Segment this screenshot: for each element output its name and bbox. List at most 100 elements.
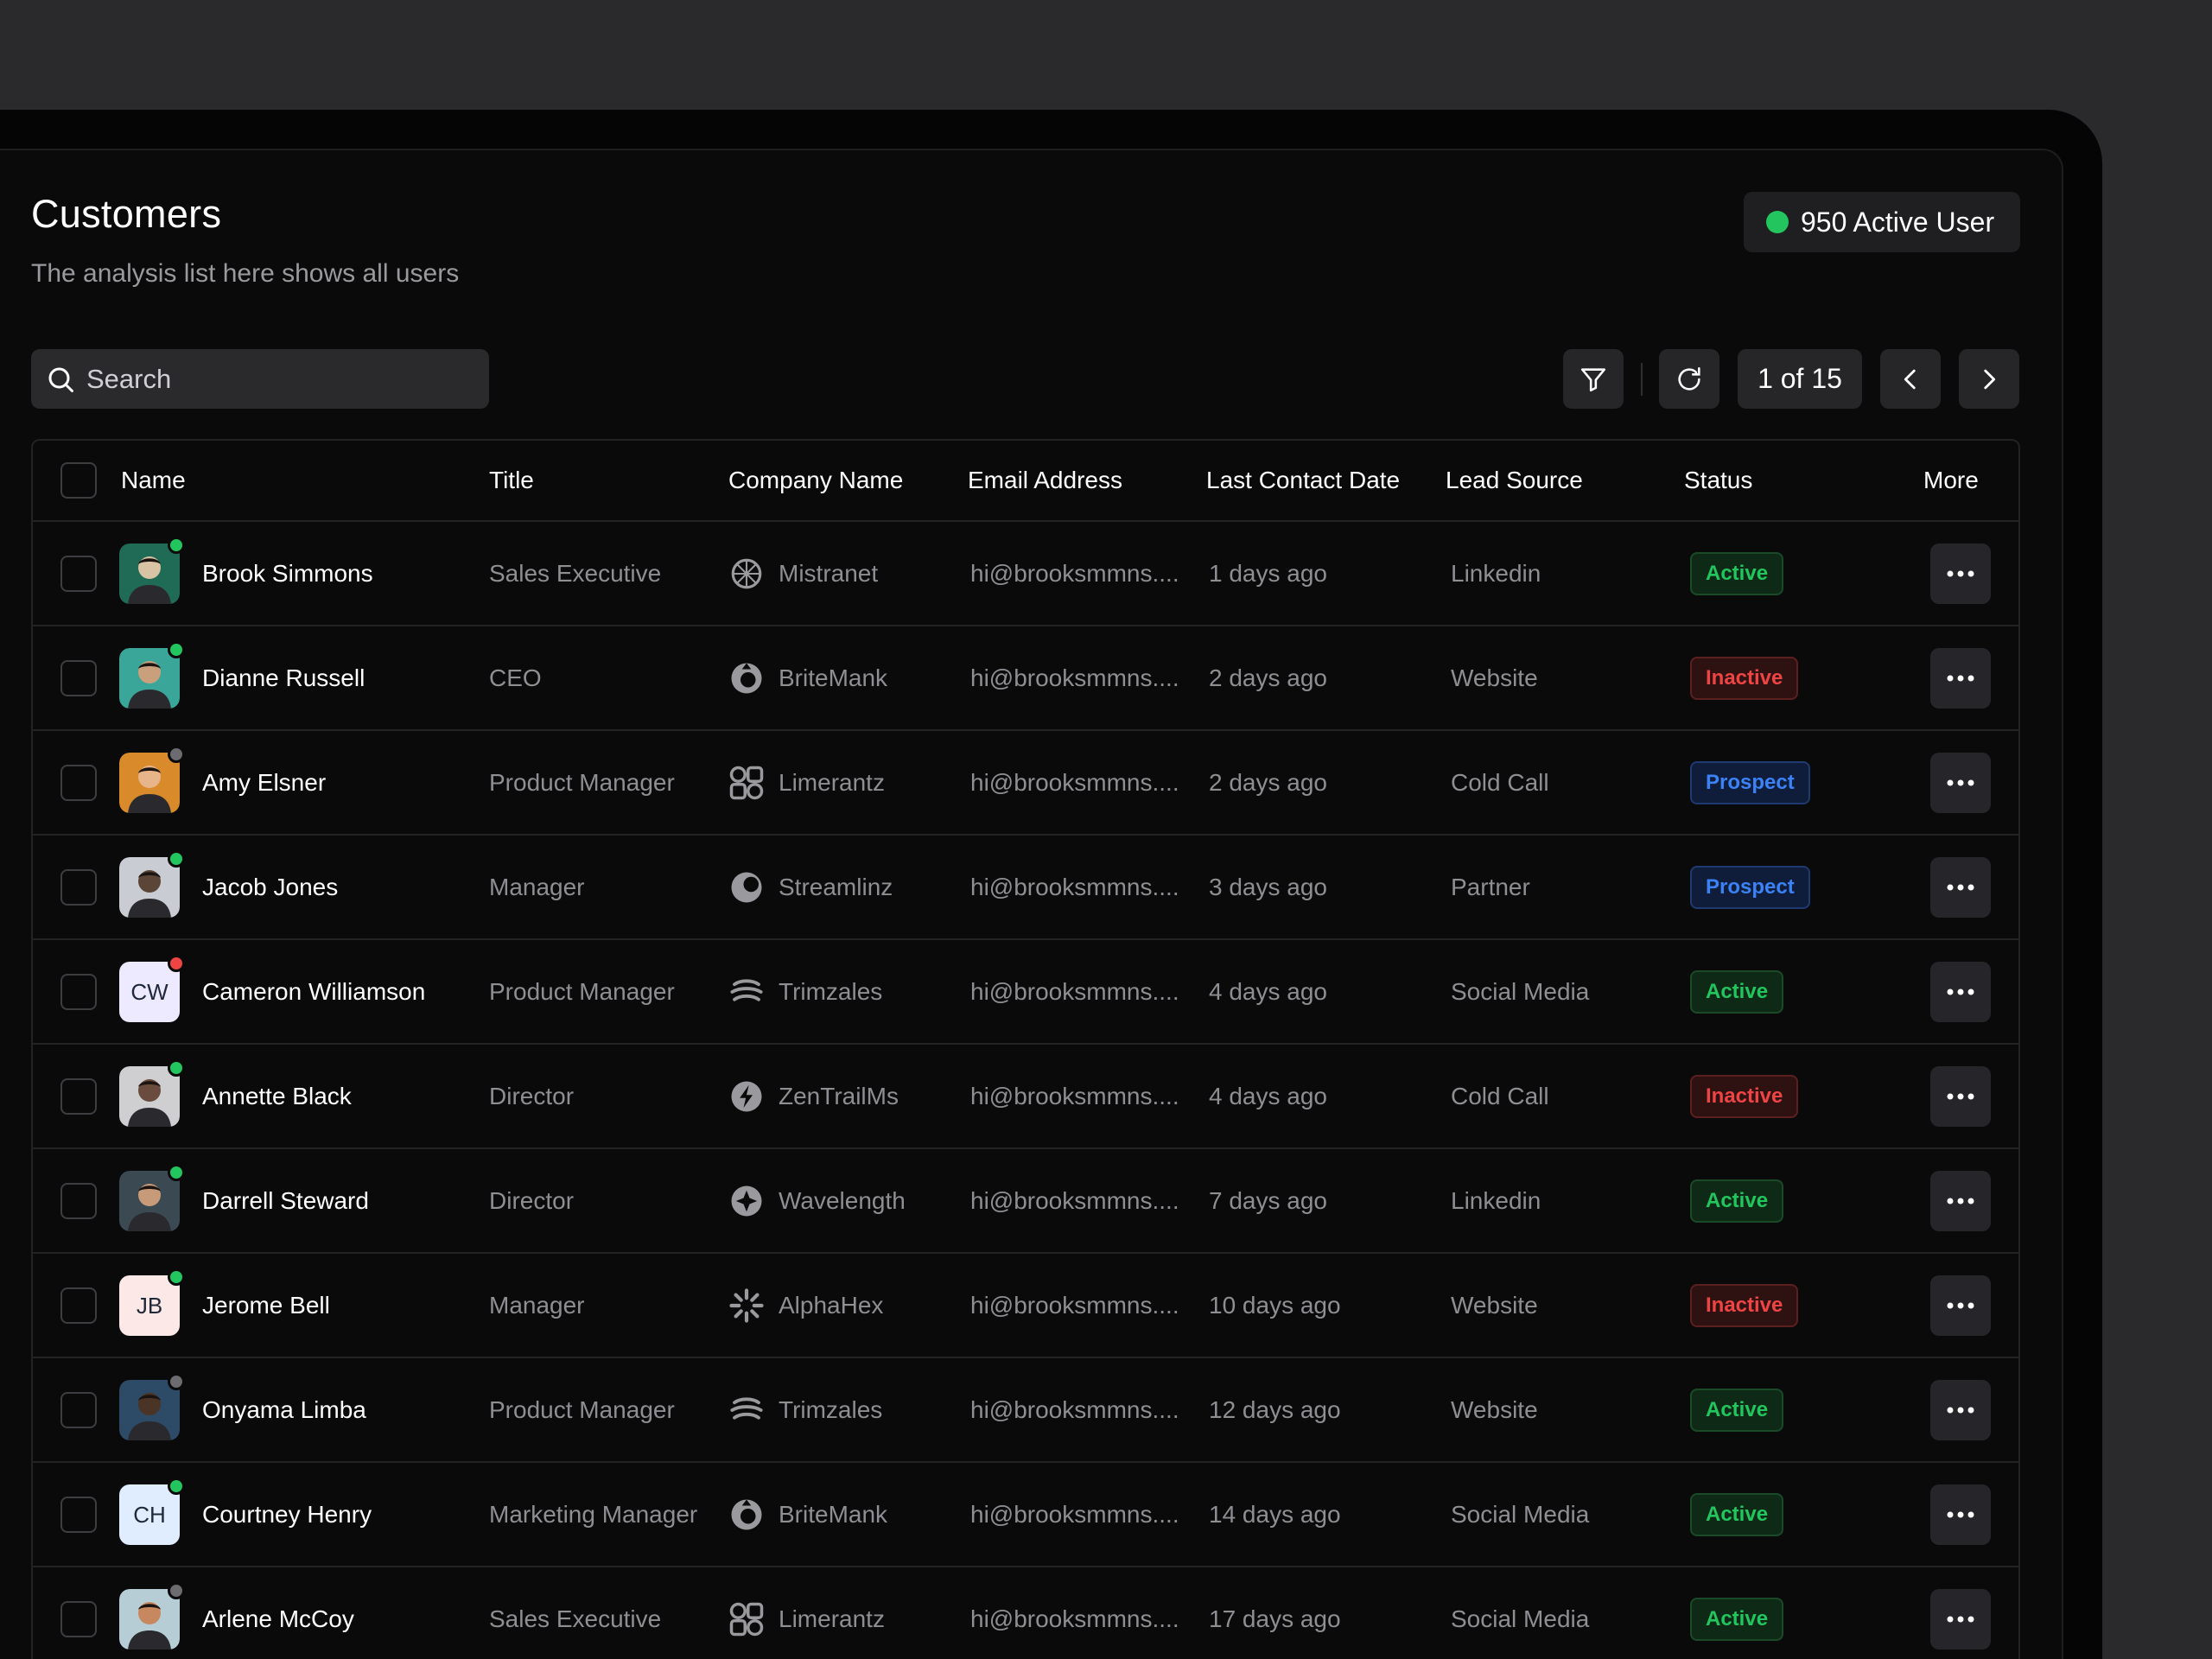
customer-name[interactable]: Amy Elsner	[202, 731, 326, 834]
customer-email[interactable]: hi@brooksmmns....	[970, 731, 1179, 834]
customer-name[interactable]: Arlene McCoy	[202, 1567, 354, 1659]
lead-source: Social Media	[1451, 1500, 1590, 1528]
lead-source: Social Media	[1451, 977, 1590, 1005]
column-header-company[interactable]: Company Name	[728, 441, 903, 520]
customer-name[interactable]: Brook Simmons	[202, 522, 373, 625]
customer-email[interactable]: hi@brooksmmns....	[970, 1567, 1179, 1659]
presence-dot-icon	[168, 955, 185, 972]
customer-email[interactable]: hi@brooksmmns....	[970, 1045, 1179, 1147]
presence-dot-icon	[168, 1373, 185, 1390]
refresh-button[interactable]	[1659, 349, 1719, 409]
more-actions-button[interactable]	[1930, 753, 1991, 813]
more-horizontal-icon	[1947, 1407, 1974, 1414]
status-badge: Active	[1690, 1597, 1784, 1641]
table-row[interactable]: Onyama Limba Product Manager Trimzales hi@b…	[33, 1358, 2018, 1463]
table-row[interactable]: Annette Black Director ZenTrailMs hi@brooks…	[33, 1045, 2018, 1149]
filter-button[interactable]	[1563, 349, 1624, 409]
row-checkbox[interactable]	[60, 869, 97, 906]
customer-name[interactable]: Darrell Steward	[202, 1149, 369, 1252]
avatar	[119, 1373, 185, 1440]
more-actions-button[interactable]	[1930, 1589, 1991, 1649]
column-header-title[interactable]: Title	[489, 441, 534, 520]
trimzales-logo-icon	[728, 1392, 779, 1428]
company-cell: Streamlinz	[728, 836, 893, 938]
avatar	[119, 641, 185, 709]
column-header-status[interactable]: Status	[1684, 441, 1752, 520]
customer-name[interactable]: Dianne Russell	[202, 626, 365, 729]
last-contact-date: 4 days ago	[1209, 977, 1327, 1005]
select-all-checkbox[interactable]	[60, 462, 97, 499]
customer-email[interactable]: hi@brooksmmns....	[970, 940, 1179, 1043]
row-checkbox[interactable]	[60, 1601, 97, 1637]
company-name: ZenTrailMs	[779, 1082, 899, 1109]
row-checkbox[interactable]	[60, 765, 97, 801]
more-actions-button[interactable]	[1930, 962, 1991, 1022]
customer-name[interactable]: Jacob Jones	[202, 836, 338, 938]
customer-email[interactable]: hi@brooksmmns....	[970, 522, 1179, 625]
company-cell: Trimzales	[728, 940, 882, 1043]
more-horizontal-icon	[1947, 1302, 1974, 1309]
more-actions-button[interactable]	[1930, 543, 1991, 604]
toolbar-divider	[1641, 363, 1643, 396]
table-row[interactable]: Brook Simmons Sales Executive Mistranet hi@…	[33, 522, 2018, 626]
status-cell: Active	[1690, 1358, 1784, 1461]
customer-email[interactable]: hi@brooksmmns....	[970, 1149, 1179, 1252]
table-row[interactable]: CH Courtney Henry Marketing Manager BriteMa…	[33, 1463, 2018, 1567]
last-contact-date: 7 days ago	[1209, 1186, 1327, 1214]
table-row[interactable]: Darrell Steward Director Wavelength hi@broo…	[33, 1149, 2018, 1254]
status-badge: Prospect	[1690, 865, 1810, 909]
customer-name[interactable]: Onyama Limba	[202, 1358, 366, 1461]
limerantz-logo-icon	[728, 765, 779, 801]
avatar	[119, 537, 185, 604]
more-actions-button[interactable]	[1930, 1380, 1991, 1440]
table-row[interactable]: Arlene McCoy Sales Executive Limerantz hi@b…	[33, 1567, 2018, 1659]
table-row[interactable]: CW Cameron Williamson Product Manager Trimz…	[33, 940, 2018, 1045]
customer-email[interactable]: hi@brooksmmns....	[970, 626, 1179, 729]
customer-name[interactable]: Cameron Williamson	[202, 940, 425, 1043]
more-actions-button[interactable]	[1930, 1171, 1991, 1231]
customer-title: Manager	[489, 1291, 585, 1319]
more-actions-button[interactable]	[1930, 1275, 1991, 1336]
presence-dot-icon	[168, 850, 185, 868]
page-title: Customers	[31, 192, 222, 236]
prev-page-button[interactable]	[1880, 349, 1941, 409]
search-box[interactable]	[31, 349, 489, 409]
more-actions-button[interactable]	[1930, 648, 1991, 709]
row-checkbox[interactable]	[60, 1392, 97, 1428]
row-checkbox[interactable]	[60, 1183, 97, 1219]
row-checkbox[interactable]	[60, 974, 97, 1010]
last-contact-date: 17 days ago	[1209, 1605, 1341, 1632]
customer-name[interactable]: Annette Black	[202, 1045, 352, 1147]
more-actions-button[interactable]	[1930, 1484, 1991, 1545]
column-header-last-contact[interactable]: Last Contact Date	[1206, 441, 1400, 520]
row-checkbox[interactable]	[60, 660, 97, 696]
table-row[interactable]: JB Jerome Bell Manager AlphaHex hi@brooksmmn…	[33, 1254, 2018, 1358]
avatar	[119, 850, 185, 918]
wavelength-logo-icon	[728, 1183, 779, 1219]
search-input[interactable]	[86, 363, 467, 395]
customer-email[interactable]: hi@brooksmmns....	[970, 1358, 1179, 1461]
table-row[interactable]: Dianne Russell CEO BriteMank hi@brooksmmns.…	[33, 626, 2018, 731]
next-page-button[interactable]	[1959, 349, 2019, 409]
customer-name[interactable]: Courtney Henry	[202, 1463, 372, 1566]
status-badge: Active	[1690, 1388, 1784, 1432]
table-row[interactable]: Jacob Jones Manager Streamlinz hi@brooksmmn…	[33, 836, 2018, 940]
more-actions-button[interactable]	[1930, 1066, 1991, 1127]
avatar: CW	[119, 955, 185, 1022]
table-row[interactable]: Amy Elsner Product Manager Limerantz hi@bro…	[33, 731, 2018, 836]
row-checkbox[interactable]	[60, 556, 97, 592]
customer-name[interactable]: Jerome Bell	[202, 1254, 330, 1357]
column-header-email[interactable]: Email Address	[968, 441, 1122, 520]
row-checkbox[interactable]	[60, 1078, 97, 1115]
customer-email[interactable]: hi@brooksmmns....	[970, 1463, 1179, 1566]
avatar-initials: CW	[130, 978, 168, 1005]
customer-email[interactable]: hi@brooksmmns....	[970, 1254, 1179, 1357]
status-badge: Active	[1690, 551, 1784, 595]
customer-title: Marketing Manager	[489, 1500, 698, 1528]
more-actions-button[interactable]	[1930, 857, 1991, 918]
customer-email[interactable]: hi@brooksmmns....	[970, 836, 1179, 938]
row-checkbox[interactable]	[60, 1287, 97, 1324]
row-checkbox[interactable]	[60, 1497, 97, 1533]
column-header-name[interactable]: Name	[121, 441, 186, 520]
column-header-lead-source[interactable]: Lead Source	[1446, 441, 1583, 520]
